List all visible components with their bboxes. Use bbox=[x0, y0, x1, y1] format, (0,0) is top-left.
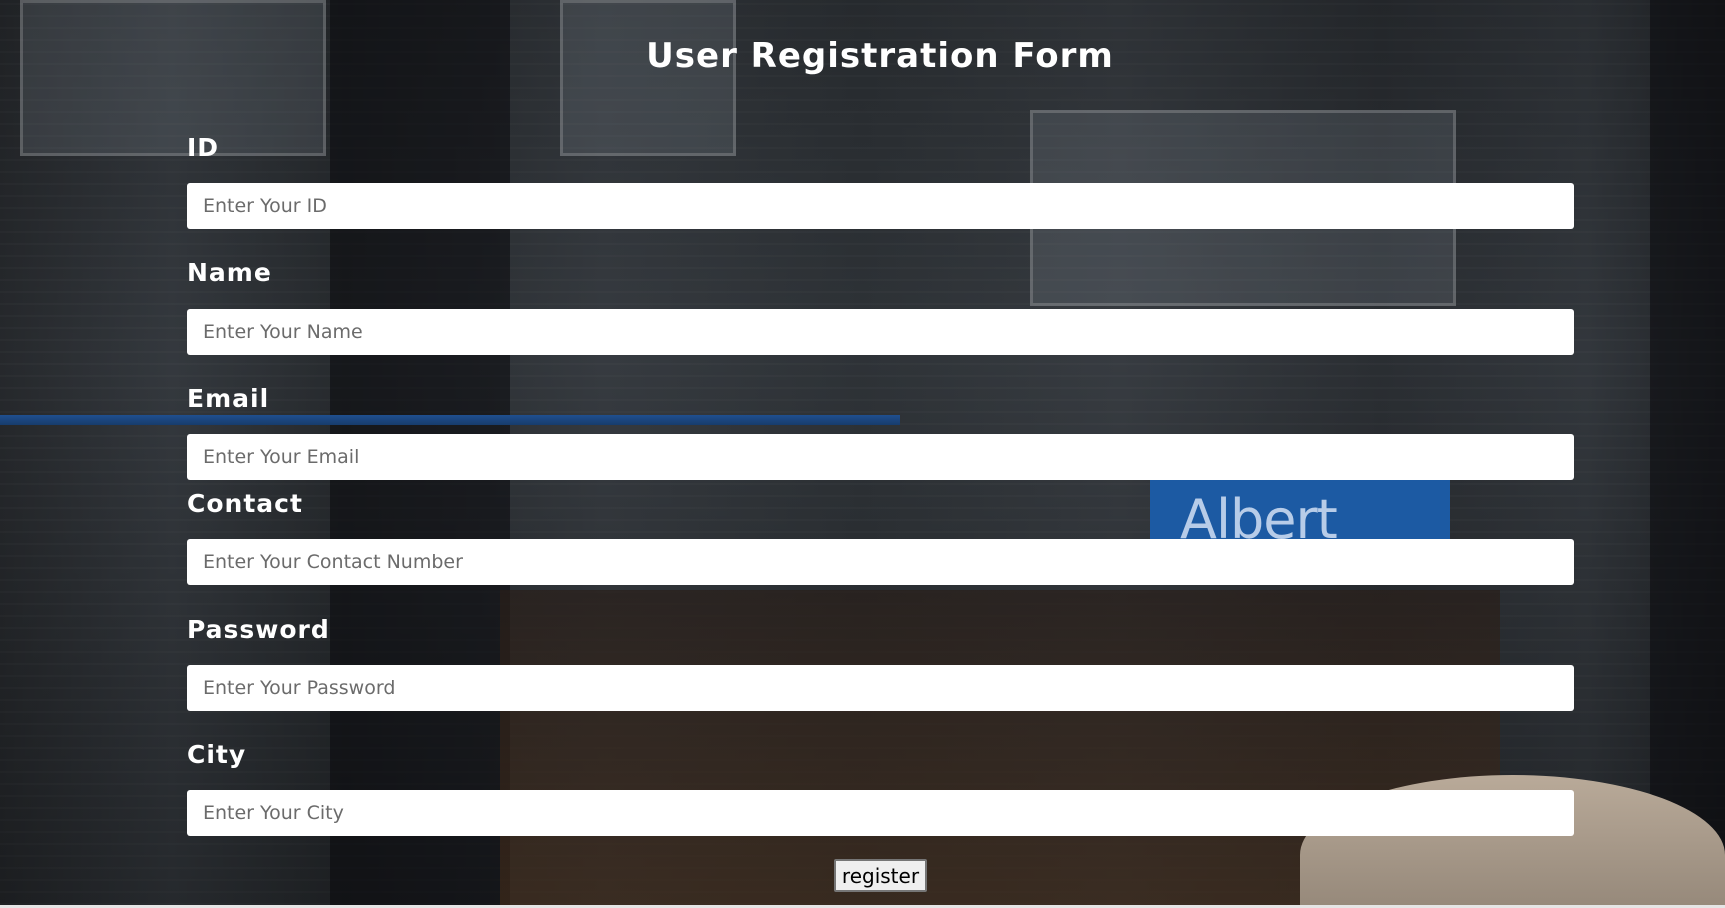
password-input[interactable] bbox=[187, 665, 1574, 711]
name-label: Name bbox=[187, 258, 272, 287]
registration-page: Albert Heijn User Registration Form ID N… bbox=[0, 0, 1725, 908]
name-input[interactable] bbox=[187, 309, 1574, 355]
contact-label: Contact bbox=[187, 489, 303, 518]
background-awning bbox=[0, 415, 900, 425]
email-input[interactable] bbox=[187, 434, 1574, 480]
city-label: City bbox=[187, 740, 247, 769]
register-button[interactable]: register bbox=[834, 859, 927, 892]
background-window bbox=[560, 0, 736, 156]
email-label: Email bbox=[187, 384, 270, 413]
page-title: User Registration Form bbox=[646, 36, 1114, 76]
city-input[interactable] bbox=[187, 790, 1574, 836]
id-label: ID bbox=[187, 133, 220, 162]
contact-input[interactable] bbox=[187, 539, 1574, 585]
background-window bbox=[20, 0, 326, 156]
password-label: Password bbox=[187, 615, 330, 644]
background-store-sign: Albert Heijn bbox=[1150, 480, 1450, 540]
background-pillar bbox=[1650, 0, 1725, 905]
id-input[interactable] bbox=[187, 183, 1574, 229]
